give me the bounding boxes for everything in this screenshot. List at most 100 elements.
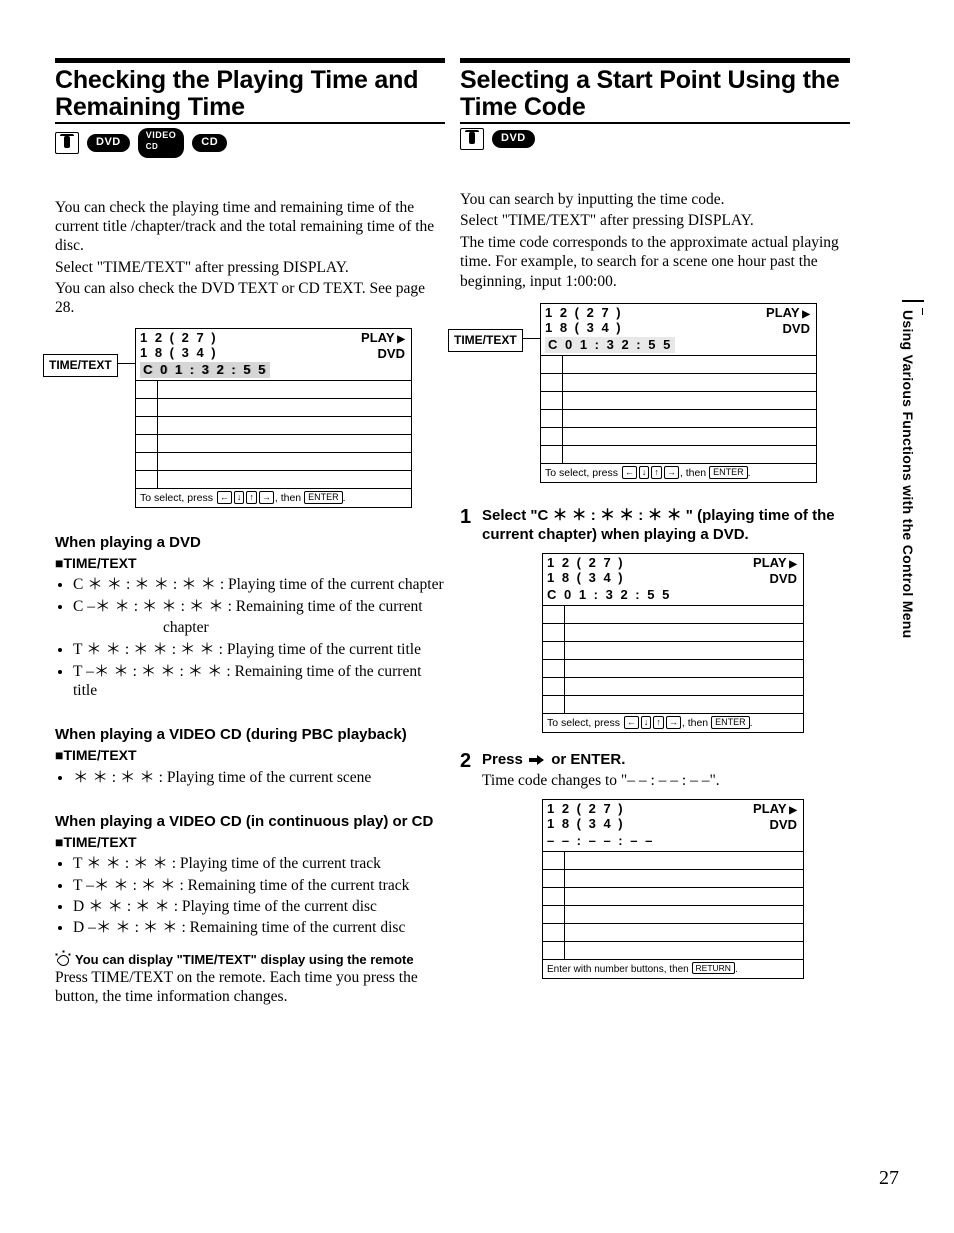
osd-line-3: C 0 1 : 3 2 : 5 5: [547, 587, 671, 603]
vcd-cont-list: T ＊ ＊ : ＊ ＊ : Playing time of the curren…: [73, 854, 445, 938]
intro-line: The time code corresponds to the approxi…: [460, 233, 850, 291]
enter-key: ENTER: [304, 491, 343, 504]
step-1: 1 Select "C ＊ ＊ : ＊ ＊ : ＊ ＊ " (playing t…: [460, 507, 850, 733]
step-2: 2 Press or ENTER. Time code changes to "…: [460, 751, 850, 980]
right-title: Selecting a Start Point Using the Time C…: [460, 67, 850, 124]
dvd-timetext: ■TIME/TEXT: [55, 555, 445, 573]
tip-body: Press TIME/TEXT on the remote. Each time…: [55, 968, 445, 1007]
osd-line-1: 1 2 ( 2 7 ): [140, 330, 218, 346]
arrow-down-key: ↓: [234, 491, 245, 504]
arrow-up-key: ↑: [653, 716, 664, 729]
leader-line: [522, 338, 540, 340]
osd-line-3: C 0 1 : 3 2 : 5 5: [545, 337, 675, 353]
osd-footer-text: To select, press: [545, 467, 618, 479]
remote-icon: [460, 128, 484, 150]
vcd-pbc-heading: When playing a VIDEO CD (during PBC play…: [55, 726, 445, 745]
osd-line-2: 1 8 ( 3 4 ): [547, 570, 625, 587]
right-format-badges: DVD: [460, 128, 850, 150]
list-item: T ＊ ＊ : ＊ ＊ : Playing time of the curren…: [73, 854, 445, 873]
osd-footer: To select, press ←↓↑→, then ENTER.: [136, 488, 411, 507]
enter-key: ENTER: [711, 716, 750, 729]
vcd-pbc-timetext: ■TIME/TEXT: [55, 747, 445, 765]
time-text-label: TIME/TEXT: [43, 354, 118, 377]
badge-cd: CD: [192, 134, 227, 152]
leader-line: [117, 363, 135, 365]
intro-line: You can also check the DVD TEXT or CD TE…: [55, 279, 445, 318]
tip-heading: You can display "TIME/TEXT" display usin…: [75, 952, 414, 967]
osd-status-disc: DVD: [766, 321, 810, 337]
step-number: 2: [460, 751, 482, 980]
arrow-down-key: ↓: [641, 716, 652, 729]
osd-line-2: 1 8 ( 3 4 ): [547, 816, 625, 833]
osd-line-3: C 0 1 : 3 2 : 5 5: [140, 362, 270, 378]
osd-footer-then: , then: [275, 492, 301, 504]
intro-line: You can search by inputting the time cod…: [460, 190, 850, 209]
section-divider: [460, 58, 850, 63]
osd-status-play: PLAY: [766, 305, 810, 322]
list-item: T –＊ ＊ : ＊ ＊ : Remaining time of the cur…: [73, 876, 445, 895]
vcd-pbc-list: ＊ ＊ : ＊ ＊ : Playing time of the current …: [73, 768, 445, 787]
left-format-badges: DVD VIDEOCD CD: [55, 128, 445, 158]
osd-footer: Enter with number buttons, then RETURN.: [543, 959, 803, 979]
osd-status-disc: DVD: [753, 817, 797, 833]
tip-block: You can display "TIME/TEXT" display usin…: [55, 950, 445, 1007]
arrow-right-key: →: [664, 466, 679, 479]
arrow-left-key: ←: [624, 716, 639, 729]
vcd-cont-heading: When playing a VIDEO CD (in continuous p…: [55, 813, 445, 832]
left-intro: You can check the playing time and remai…: [55, 198, 445, 318]
intro-line: You can check the playing time and remai…: [55, 198, 445, 256]
step-2-sub: Time code changes to "– – : – – : – –".: [482, 771, 850, 790]
dvd-list-2: T ＊ ＊ : ＊ ＊ : ＊ ＊ : Playing time of the …: [73, 640, 445, 700]
arrow-up-key: ↑: [246, 491, 257, 504]
osd-screen: 1 2 ( 2 7 ) 1 8 ( 3 4 ) C 0 1 : 3 2 : 5 …: [135, 328, 412, 508]
osd-status-play: PLAY: [361, 330, 405, 347]
page-number: 27: [879, 1166, 899, 1191]
side-section-label: Using Various Functions with the Control…: [899, 310, 917, 639]
osd-footer: To select, press ←↓↑→, then ENTER.: [543, 713, 803, 732]
list-item: T –＊ ＊ : ＊ ＊ : ＊ ＊ : Remaining time of t…: [73, 662, 445, 701]
section-divider: [55, 58, 445, 63]
osd-status-disc: DVD: [361, 346, 405, 362]
time-text-label: TIME/TEXT: [448, 329, 523, 352]
return-key: RETURN: [692, 962, 735, 974]
badge-dvd: DVD: [87, 134, 130, 152]
osd-footer: To select, press ←↓↑→, then ENTER.: [541, 463, 816, 482]
list-item: C –＊ ＊ : ＊ ＊ : ＊ ＊ : Remaining time of t…: [73, 597, 445, 616]
arrow-right-key: →: [259, 491, 274, 504]
step-2-lead: Press or ENTER.: [482, 751, 850, 770]
osd-status-play: PLAY: [753, 801, 797, 818]
arrow-left-key: ←: [622, 466, 637, 479]
arrow-left-key: ←: [217, 491, 232, 504]
dvd-list: C ＊ ＊ : ＊ ＊ : ＊ ＊ : Playing time of the …: [73, 575, 445, 616]
list-item: D –＊ ＊ : ＊ ＊ : Remaining time of the cur…: [73, 918, 445, 937]
tip-icon: [55, 950, 73, 966]
intro-line: Select "TIME/TEXT" after pressing DISPLA…: [460, 211, 850, 230]
step-1-osd: 1 2 ( 2 7 ) 1 8 ( 3 4 ) C 0 1 : 3 2 : 5 …: [542, 553, 804, 733]
left-osd-1: TIME/TEXT 1 2 ( 2 7 ) 1 8 ( 3 4 ) C 0 1 …: [55, 328, 445, 508]
osd-line-1: 1 2 ( 2 7 ): [545, 305, 623, 321]
osd-line-3: – – : – – : – –: [547, 833, 654, 849]
osd-line-1: 1 2 ( 2 7 ): [547, 801, 625, 817]
enter-key: ENTER: [709, 466, 748, 479]
badge-videocd: VIDEOCD: [138, 128, 185, 158]
step-2-lead-b: or ENTER.: [551, 751, 625, 768]
arrow-down-key: ↓: [639, 466, 650, 479]
list-item: T ＊ ＊ : ＊ ＊ : ＊ ＊ : Playing time of the …: [73, 640, 445, 659]
osd-status-disc: DVD: [753, 571, 797, 587]
badge-dvd: DVD: [492, 130, 535, 148]
side-tick: [922, 308, 924, 315]
intro-line: Select "TIME/TEXT" after pressing DISPLA…: [55, 258, 445, 277]
step-2-osd: 1 2 ( 2 7 ) 1 8 ( 3 4 ) – – : – – : – – …: [542, 799, 804, 980]
step-2-lead-a: Press: [482, 751, 523, 768]
list-item: ＊ ＊ : ＊ ＊ : Playing time of the current …: [73, 768, 445, 787]
right-osd-1: TIME/TEXT 1 2 ( 2 7 ) 1 8 ( 3 4 ) C 0 1 …: [460, 303, 850, 483]
list-item: C ＊ ＊ : ＊ ＊ : ＊ ＊ : Playing time of the …: [73, 575, 445, 594]
list-item-cont: chapter: [163, 618, 445, 637]
arrow-right-key: →: [666, 716, 681, 729]
step-number: 1: [460, 507, 482, 733]
step-1-lead: Select "C ＊ ＊ : ＊ ＊ : ＊ ＊ " (playing tim…: [482, 507, 850, 545]
osd-footer-text: To select, press: [140, 492, 213, 504]
arrow-right-icon: [529, 755, 545, 765]
osd-footer-then: , then: [682, 717, 708, 729]
remote-icon: [55, 132, 79, 154]
